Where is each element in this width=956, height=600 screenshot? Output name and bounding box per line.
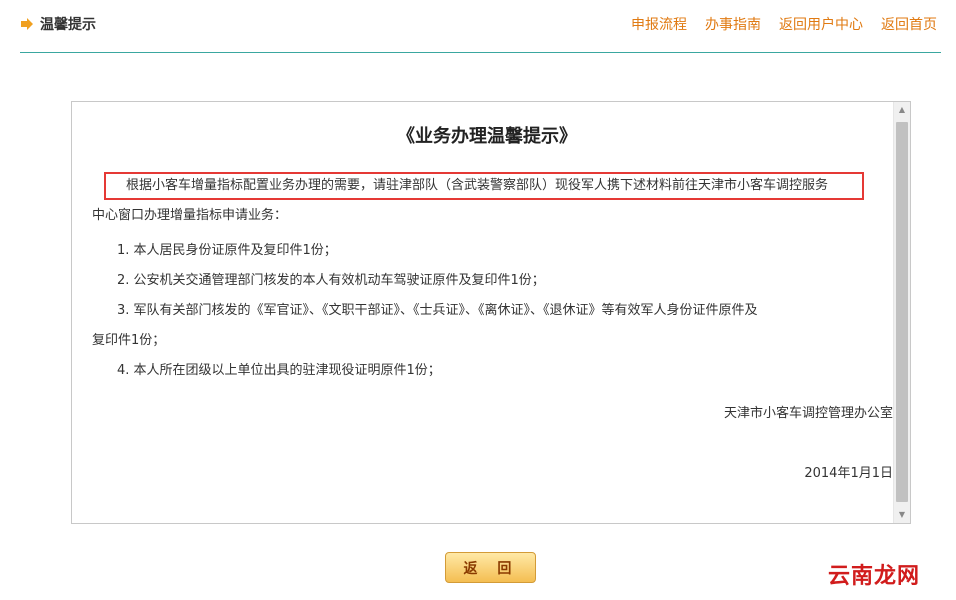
- notice-content: 《业务办理温馨提示》 根据小客车增量指标配置业务办理的需要，请驻津部队（含武装警…: [92, 120, 882, 386]
- return-button[interactable]: 返 回: [445, 552, 536, 583]
- page-title: 温馨提示: [40, 17, 96, 33]
- notice-panel: 《业务办理温馨提示》 根据小客车增量指标配置业务办理的需要，请驻津部队（含武装警…: [71, 101, 911, 524]
- nav-link-process[interactable]: 申报流程: [631, 14, 687, 34]
- arrow-right-icon: [21, 18, 33, 30]
- list-item: 1. 本人居民身份证原件及复印件1份；: [117, 243, 337, 258]
- list-item: 2. 公安机关交通管理部门核发的本人有效机动车驾驶证原件及复印件1份；: [117, 273, 545, 288]
- nav-link-user-center[interactable]: 返回用户中心: [779, 14, 863, 34]
- vertical-scrollbar[interactable]: ▲ ▼: [893, 102, 910, 523]
- list-item-continued: 复印件1份；: [92, 333, 166, 348]
- nav-link-home[interactable]: 返回首页: [881, 14, 937, 34]
- site-watermark: 云南龙网: [827, 563, 920, 589]
- scroll-up-arrow-icon[interactable]: ▲: [894, 102, 910, 118]
- requirements-list: 1. 本人居民身份证原件及复印件1份； 2. 公安机关交通管理部门核发的本人有效…: [92, 236, 882, 386]
- scroll-thumb[interactable]: [896, 122, 908, 502]
- top-nav: 申报流程 办事指南 返回用户中心 返回首页: [631, 14, 937, 34]
- header-title-group: 温馨提示: [20, 14, 96, 34]
- notice-title: 《业务办理温馨提示》: [397, 126, 577, 147]
- list-item: 4. 本人所在团级以上单位出具的驻津现役证明原件1份；: [117, 363, 441, 378]
- page-header: 温馨提示 申报流程 办事指南 返回用户中心 返回首页: [20, 0, 941, 53]
- highlighted-intro-line: 根据小客车增量指标配置业务办理的需要，请驻津部队（含武装警察部队）现役军人携下述…: [104, 172, 864, 200]
- scroll-down-arrow-icon[interactable]: ▼: [894, 507, 910, 523]
- list-item: 3. 军队有关部门核发的《军官证》、《文职干部证》、《士兵证》、《离休证》、《退…: [92, 296, 882, 356]
- intro-paragraph-continued: 中心窗口办理增量指标申请业务：: [92, 208, 288, 223]
- intro-paragraph: 根据小客车增量指标配置业务办理的需要，请驻津部队（含武装警察部队）现役军人携下述…: [92, 172, 882, 200]
- issue-date: 2014年1月1日: [804, 466, 893, 481]
- nav-link-guide[interactable]: 办事指南: [705, 14, 761, 34]
- signature: 天津市小客车调控管理办公室: [723, 406, 893, 421]
